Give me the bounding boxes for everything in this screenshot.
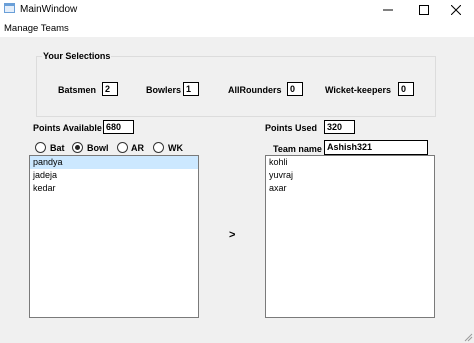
minimize-button[interactable] [370,0,406,20]
bowlers-count: 1 [183,82,199,96]
points-used-value: 320 [324,120,355,134]
list-item[interactable]: pandya [30,156,198,169]
available-players-list[interactable]: pandya jadeja kedar [29,155,199,318]
team-name-label: Team name [273,144,322,154]
selections-group-title: Your Selections [42,51,112,61]
radio-bowl[interactable] [72,142,83,153]
radio-wk[interactable] [153,142,164,153]
radio-ar[interactable] [117,142,128,153]
points-available-value: 680 [103,120,134,134]
radio-bat[interactable] [35,142,46,153]
transfer-arrow-button[interactable]: > [229,229,235,241]
window-title: MainWindow [20,4,78,15]
allrounders-count: 0 [287,82,303,96]
maximize-button[interactable] [406,0,442,20]
list-item[interactable]: jadeja [30,169,198,182]
menu-manage-teams[interactable]: Manage Teams [4,23,69,34]
batsmen-label: Batsmen [58,85,97,95]
list-item[interactable]: kohli [266,156,434,169]
maximize-icon [419,5,429,15]
resize-grip-icon[interactable] [463,332,473,342]
list-item[interactable]: kedar [30,182,198,195]
wicketkeepers-label: Wicket-keepers [325,85,391,95]
wicketkeepers-count: 0 [398,82,414,96]
radio-bowl-label[interactable]: Bowl [87,143,109,153]
points-used-label: Points Used [265,123,318,133]
list-item[interactable]: yuvraj [266,169,434,182]
app-window-icon [4,3,15,13]
selected-players-list[interactable]: kohli yuvraj axar [265,155,435,318]
radio-wk-label[interactable]: WK [168,143,183,153]
list-item[interactable]: axar [266,182,434,195]
close-icon [451,5,461,15]
minimize-icon [383,9,393,11]
menu-bar [0,20,474,37]
radio-ar-label[interactable]: AR [131,143,144,153]
close-button[interactable] [438,0,474,20]
allrounders-label: AllRounders [228,85,282,95]
radio-bat-label[interactable]: Bat [50,143,65,153]
team-name-input[interactable]: Ashish321 [324,140,428,155]
bowlers-label: Bowlers [146,85,182,95]
points-available-label: Points Available [33,123,102,133]
batsmen-count: 2 [102,82,118,96]
